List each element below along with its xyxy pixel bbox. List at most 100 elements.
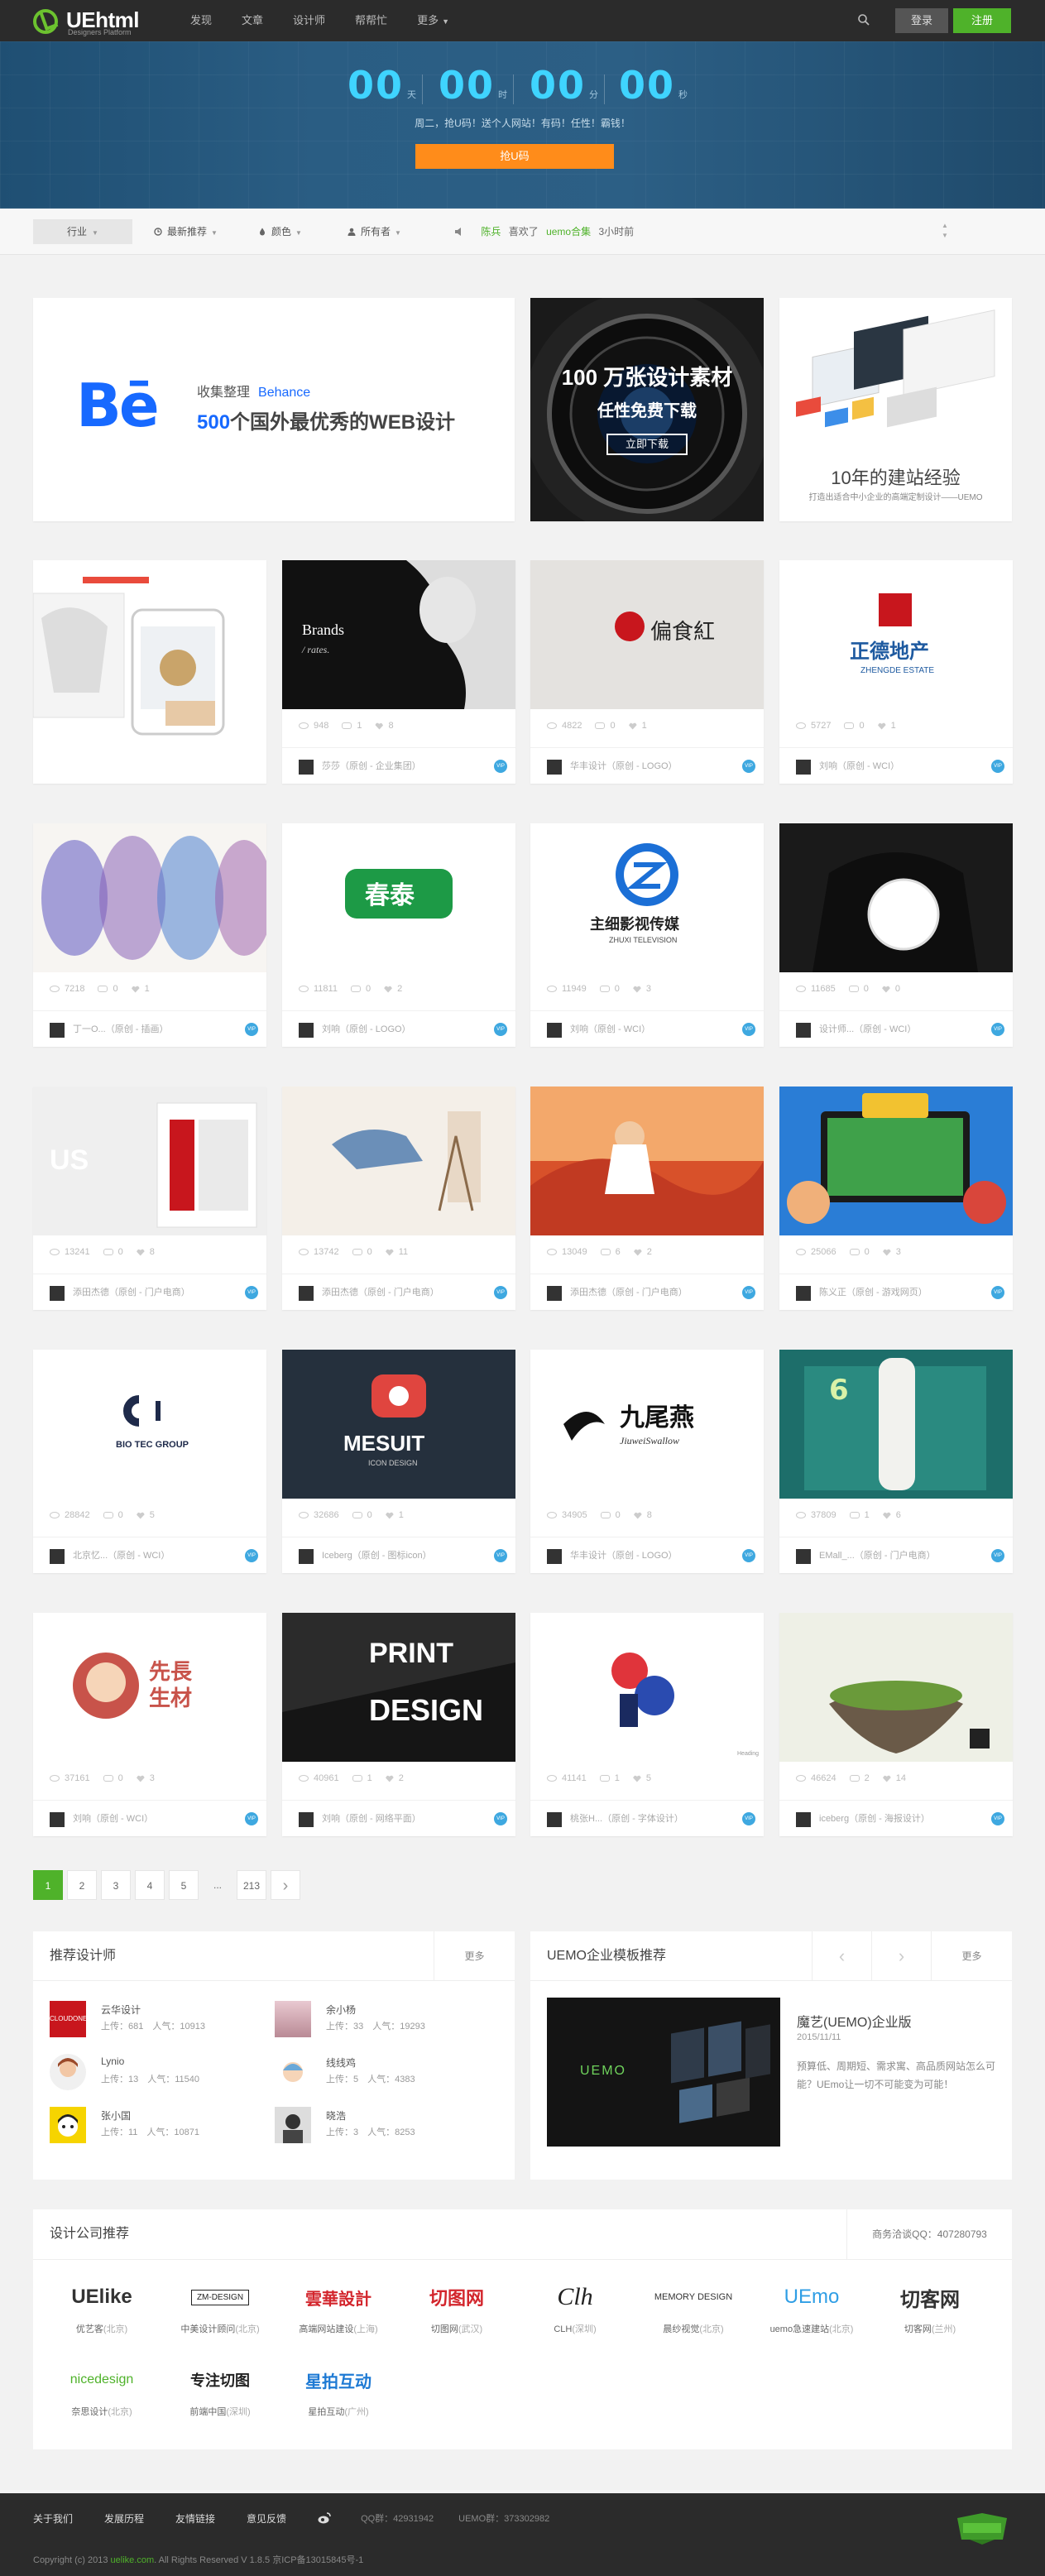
footer-about[interactable]: 关于我们 bbox=[33, 2511, 73, 2526]
work-thumbnail[interactable]: 先長 生材 bbox=[33, 1613, 266, 1762]
work-thumbnail[interactable] bbox=[33, 823, 266, 972]
work-card[interactable]: 46624 2 14 iceberg（原创 - 海报设计） VIP bbox=[779, 1613, 1013, 1836]
work-card[interactable]: 先長 生材 37161 0 3 刘响（原创 - WCI） VIP bbox=[33, 1613, 266, 1836]
work-card[interactable]: BIO TEC GROUP 28842 0 5 北京忆...（原创 - WCI） VIP bbox=[33, 1350, 266, 1573]
nav-articles[interactable]: 文章 bbox=[227, 0, 278, 41]
nav-discover[interactable]: 发现 bbox=[175, 0, 227, 41]
like-count[interactable]: 0 bbox=[881, 984, 900, 994]
work-author[interactable]: 丁一O...（原创 - 插画） VIP bbox=[50, 1021, 258, 1038]
like-count[interactable]: 1 bbox=[131, 984, 150, 994]
search-icon[interactable] bbox=[857, 13, 870, 26]
work-author[interactable]: 陈义正（原创 - 游戏网页） VIP bbox=[796, 1284, 1004, 1301]
nav-designers[interactable]: 设计师 bbox=[278, 0, 340, 41]
work-author[interactable]: 刘响（原创 - WCI） VIP bbox=[796, 758, 1004, 775]
work-author[interactable]: 设计师...（原创 - WCI） VIP bbox=[796, 1021, 1004, 1038]
register-button[interactable]: 注册 bbox=[953, 8, 1011, 33]
company-item[interactable]: UElike 优艺客(北京) bbox=[50, 2276, 154, 2342]
work-card[interactable]: Heading 41141 1 5 桃张H...（原创 - 字体设计） VIP bbox=[530, 1613, 764, 1836]
like-count[interactable]: 1 bbox=[628, 721, 647, 731]
designer-item[interactable]: Lynio 上传：13 人气：11540 bbox=[50, 2054, 265, 2095]
like-count[interactable]: 8 bbox=[375, 721, 394, 731]
work-thumbnail[interactable]: 九尾燕 JiuweiSwallow bbox=[530, 1350, 764, 1499]
work-card[interactable]: 6 37809 1 6 EMall_...（原创 - 门户电商） VIP bbox=[779, 1350, 1013, 1573]
company-item[interactable]: 切图网 切图网(武汉) bbox=[405, 2276, 509, 2342]
work-card[interactable]: 春泰 11811 0 2 刘响（原创 - LOGO） VIP bbox=[282, 823, 515, 1047]
work-card[interactable]: PRINT DESIGN 40961 1 2 刘响（原创 - 网络平面） VIP bbox=[282, 1613, 515, 1836]
weibo-icon[interactable] bbox=[318, 2512, 331, 2524]
industry-filter[interactable]: 行业 ▼ bbox=[33, 219, 132, 244]
designer-item[interactable]: 晓浩 上传：3 人气：8253 bbox=[275, 2107, 490, 2148]
page-1[interactable]: 1 bbox=[33, 1870, 63, 1900]
work-author[interactable]: 添田杰德（原创 - 门户电商） VIP bbox=[50, 1284, 258, 1301]
work-thumbnail[interactable]: PRINT DESIGN bbox=[282, 1613, 515, 1762]
site-logo[interactable]: UEhtml Designers Platform bbox=[33, 6, 149, 37]
company-item[interactable]: 星拍互动 星拍互动(广州) bbox=[286, 2358, 391, 2425]
work-card[interactable]: MESUIT ICON DESIGN 32686 0 1 Iceberg（原创 - 图标i… bbox=[282, 1350, 515, 1573]
work-thumbnail[interactable] bbox=[779, 1613, 1013, 1762]
work-author[interactable]: 华丰设计（原创 - LOGO） VIP bbox=[547, 758, 755, 775]
work-card[interactable]: 7218 0 1 丁一O...（原创 - 插画） VIP bbox=[33, 823, 266, 1047]
footer-friend-links[interactable]: 友情链接 bbox=[175, 2511, 215, 2526]
work-thumbnail[interactable]: BIO TEC GROUP bbox=[33, 1350, 266, 1499]
footer-history[interactable]: 发展历程 bbox=[104, 2511, 144, 2526]
work-card[interactable]: 偏食紅 4822 0 1 华丰设计（原创 - LOGO） VIP bbox=[530, 560, 764, 784]
page-3[interactable]: 3 bbox=[101, 1870, 131, 1900]
credit-badge-icon[interactable] bbox=[953, 2511, 1011, 2545]
work-author[interactable]: iceberg（原创 - 海报设计） VIP bbox=[796, 1811, 1004, 1827]
ticker-target[interactable]: uemo合集 bbox=[546, 226, 591, 237]
work-thumbnail[interactable]: 春泰 bbox=[282, 823, 515, 972]
like-count[interactable]: 11 bbox=[385, 1247, 408, 1257]
prev-arrow-icon[interactable]: ‹ bbox=[812, 1931, 871, 1981]
work-card[interactable]: 九尾燕 JiuweiSwallow 34905 0 8 华丰设计（原创 - LOGO） VI… bbox=[530, 1350, 764, 1573]
template-thumbnail[interactable]: UEMO bbox=[547, 1998, 780, 2147]
nav-help[interactable]: 帮帮忙 bbox=[340, 0, 402, 41]
footer-feedback[interactable]: 意见反馈 bbox=[247, 2511, 286, 2526]
designer-item[interactable]: 张小国 上传：11 人气：10871 bbox=[50, 2107, 265, 2148]
company-item[interactable]: MEMORY DESIGN 晨纱视觉(北京) bbox=[641, 2276, 745, 2342]
work-author[interactable]: 刘响（原创 - LOGO） VIP bbox=[299, 1021, 507, 1038]
lens-feature-card[interactable]: 100 万张设计素材 任性免费下载 立即下载 bbox=[530, 298, 764, 521]
chevron-up-icon[interactable]: ▲ bbox=[942, 221, 950, 231]
copyright-site-link[interactable]: uelike.com bbox=[111, 2555, 155, 2565]
work-card[interactable]: 13049 6 2 添田杰德（原创 - 门户电商） VIP bbox=[530, 1087, 764, 1310]
work-card[interactable]: 11685 0 0 设计师...（原创 - WCI） VIP bbox=[779, 823, 1013, 1047]
company-item[interactable]: Clh CLH(深圳) bbox=[523, 2276, 627, 2342]
like-count[interactable]: 14 bbox=[882, 1773, 906, 1783]
work-thumbnail[interactable]: 偏食紅 bbox=[530, 560, 764, 709]
company-item[interactable]: 雲華設計 高端网站建设(上海) bbox=[286, 2276, 391, 2342]
work-card[interactable]: 13742 0 11 添田杰德（原创 - 门户电商） VIP bbox=[282, 1087, 515, 1310]
ticker-user[interactable]: 陈兵 bbox=[481, 226, 501, 237]
like-count[interactable]: 2 bbox=[633, 1247, 652, 1257]
shop-preview-card[interactable] bbox=[33, 560, 266, 784]
like-count[interactable]: 8 bbox=[136, 1247, 155, 1257]
grab-code-button[interactable]: 抢U码 bbox=[415, 144, 614, 169]
like-count[interactable]: 5 bbox=[632, 1773, 651, 1783]
work-card[interactable]: 主细影视传媒 ZHUXI TELEVISION 11949 0 3 刘响（原创 - WCI… bbox=[530, 823, 764, 1047]
work-card[interactable]: US 13241 0 8 添田杰德（原创 - 门户电商） VIP bbox=[33, 1087, 266, 1310]
work-author[interactable]: 北京忆...（原创 - WCI） VIP bbox=[50, 1547, 258, 1564]
like-count[interactable]: 2 bbox=[385, 1773, 404, 1783]
like-count[interactable]: 8 bbox=[633, 1510, 652, 1520]
designer-item[interactable]: 线线鸡 上传：5 人气：4383 bbox=[275, 2054, 490, 2095]
company-item[interactable]: nicedesign 奈思设计(北京) bbox=[50, 2358, 154, 2425]
work-author[interactable]: 华丰设计（原创 - LOGO） VIP bbox=[547, 1547, 755, 1564]
work-thumbnail[interactable]: MESUIT ICON DESIGN bbox=[282, 1350, 515, 1499]
work-author[interactable]: Iceberg（原创 - 图标icon） VIP bbox=[299, 1547, 507, 1564]
lens-download-button[interactable]: 立即下载 bbox=[606, 434, 688, 455]
work-author[interactable]: 刘响（原创 - 网络平面） VIP bbox=[299, 1811, 507, 1827]
page-5[interactable]: 5 bbox=[169, 1870, 199, 1900]
work-author[interactable]: 添田杰德（原创 - 门户电商） VIP bbox=[547, 1284, 755, 1301]
work-thumbnail[interactable]: 6 bbox=[779, 1350, 1013, 1499]
owner-filter[interactable]: 所有者 ▼ bbox=[348, 219, 401, 244]
page-213[interactable]: 213 bbox=[237, 1870, 266, 1900]
work-author[interactable]: 桃张H...（原创 - 字体设计） VIP bbox=[547, 1811, 755, 1827]
work-card[interactable]: 正德地产 ZHENGDE ESTATE 5727 0 1 刘响（原创 - WCI） VIP bbox=[779, 560, 1013, 784]
company-item[interactable]: UEmo uemo急速建站(北京) bbox=[760, 2276, 864, 2342]
like-count[interactable]: 2 bbox=[384, 984, 402, 994]
like-count[interactable]: 6 bbox=[882, 1510, 901, 1520]
sort-filter[interactable]: 最新推荐 ▼ bbox=[154, 219, 218, 244]
work-author[interactable]: 刘响（原创 - WCI） VIP bbox=[50, 1811, 258, 1827]
site-feature-card[interactable]: 10年的建站经验 打造出适合中小企业的高端定制设计——UEMO bbox=[779, 298, 1012, 521]
work-author[interactable]: 莎莎（原创 - 企业集团） VIP bbox=[299, 758, 507, 775]
designers-more-button[interactable]: 更多 bbox=[434, 1931, 515, 1981]
